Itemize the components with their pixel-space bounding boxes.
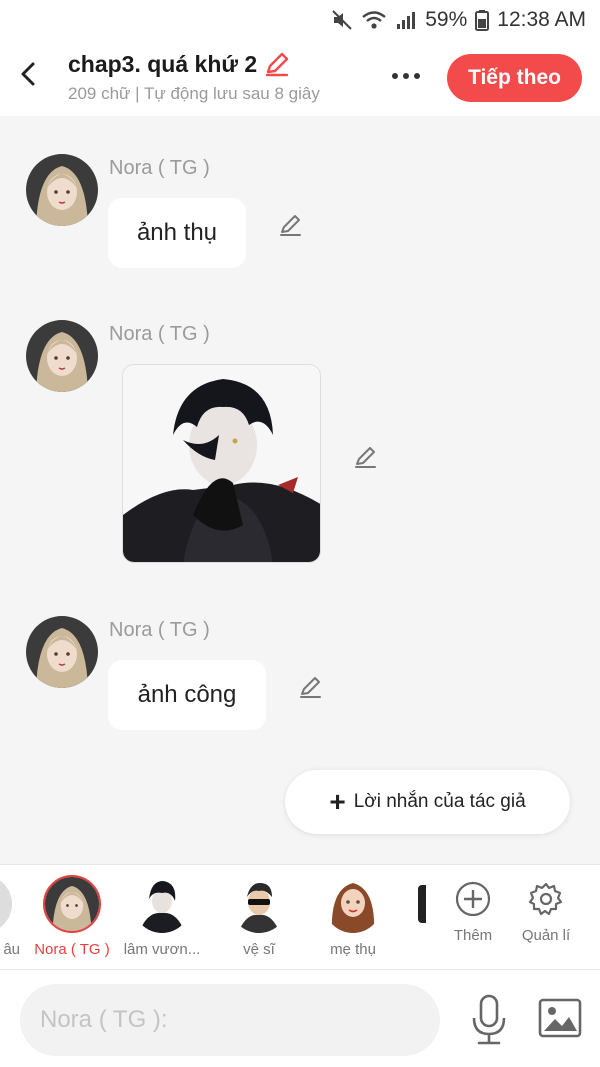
rename-button[interactable] (263, 50, 291, 78)
edit-message-button[interactable] (298, 674, 324, 700)
more-options-button[interactable] (384, 62, 428, 90)
dot-icon (392, 73, 398, 79)
status-bar: 59% 12:38 AM (0, 0, 600, 40)
avatar[interactable] (26, 154, 98, 226)
mute-icon (331, 9, 353, 31)
title-area: chap3. quá khứ 2 209 chữ | Tự động lưu s… (68, 50, 320, 104)
message-input[interactable] (20, 984, 440, 1056)
pencil-icon (355, 447, 376, 468)
character-item[interactable]: vệ sĩ (214, 875, 304, 958)
add-character-button[interactable]: Thêm (440, 881, 506, 944)
back-button[interactable] (12, 58, 44, 90)
chat-area[interactable]: Nora ( TG ) ảnh thụ Nora ( TG ) Nora ( T… (0, 116, 600, 864)
edit-message-button[interactable] (353, 444, 379, 470)
composer-bar (0, 970, 600, 1067)
character-avatar (324, 875, 382, 933)
message-image[interactable] (122, 364, 321, 563)
character-avatar (230, 875, 288, 933)
microphone-icon (472, 994, 506, 1045)
pencil-icon (300, 677, 321, 698)
message-bubble[interactable]: ảnh thụ (108, 198, 246, 268)
character-item[interactable]: mẹ thụ (308, 875, 398, 958)
character-item[interactable]: âu (0, 875, 28, 958)
battery-icon (475, 9, 490, 31)
clock: 12:38 AM (497, 8, 586, 31)
character-avatar (0, 875, 12, 933)
autosave-status: 209 chữ | Tự động lưu sau 8 giây (68, 84, 320, 103)
character-name: âu (3, 941, 20, 958)
avatar[interactable] (26, 320, 98, 392)
character-avatar (43, 875, 101, 933)
manage-characters-button[interactable]: Quản lí (513, 881, 579, 944)
gear-icon (528, 882, 563, 916)
author-note-label: Lời nhắn của tác giả (353, 791, 526, 812)
dot-icon (414, 73, 420, 79)
plus-icon: + (329, 786, 346, 817)
plus-circle-icon (455, 881, 491, 917)
signal-icon (395, 9, 417, 31)
character-avatar (133, 875, 191, 933)
pencil-icon (280, 215, 301, 236)
sender-name: Nora ( TG ) (109, 323, 210, 345)
author-note-button[interactable]: + Lời nhắn của tác giả (285, 770, 570, 834)
add-label: Thêm (453, 927, 493, 944)
character-strip[interactable]: âu Nora ( TG ) lâm vươn... vệ sĩ mẹ thụ … (0, 864, 600, 970)
battery-percent: 59% (425, 8, 468, 31)
editor-header: chap3. quá khứ 2 209 chữ | Tự động lưu s… (0, 40, 600, 116)
image-icon (538, 998, 582, 1038)
avatar[interactable] (26, 616, 98, 688)
character-item[interactable]: lâm vươn... (117, 875, 207, 958)
insert-image-button[interactable] (538, 998, 582, 1038)
manage-label: Quản lí (521, 927, 571, 944)
character-name: mẹ thụ (330, 941, 376, 958)
voice-button[interactable] (468, 994, 510, 1046)
next-button[interactable]: Tiếp theo (447, 54, 582, 102)
pencil-icon (266, 52, 289, 77)
character-name: lâm vươn... (123, 941, 201, 958)
dot-icon (403, 73, 409, 79)
character-name: Nora ( TG ) (34, 941, 110, 958)
chapter-title: chap3. quá khứ 2 (68, 50, 258, 77)
sender-name: Nora ( TG ) (109, 619, 210, 641)
character-item[interactable]: Nora ( TG ) (27, 875, 117, 958)
chevron-left-icon (21, 62, 35, 86)
edit-message-button[interactable] (278, 212, 304, 238)
character-item-partial[interactable] (418, 885, 426, 923)
sender-name: Nora ( TG ) (109, 157, 210, 179)
character-name: vệ sĩ (243, 941, 275, 958)
wifi-icon (361, 9, 387, 31)
message-bubble[interactable]: ảnh công (108, 660, 266, 730)
